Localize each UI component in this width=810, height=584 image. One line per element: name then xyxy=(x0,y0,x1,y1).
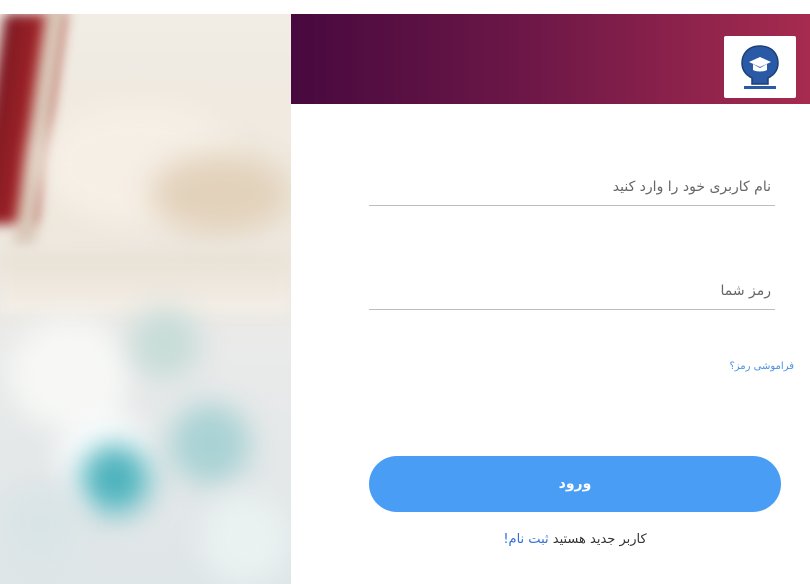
school-logo-graphic xyxy=(741,45,779,89)
card-header xyxy=(291,14,810,104)
username-field[interactable] xyxy=(369,176,775,206)
register-link[interactable]: ثبت نام! xyxy=(503,532,548,547)
login-page: فراموشی رمز؟ ورود کاربر جدید هستید ثبت ن… xyxy=(0,0,810,584)
register-line: کاربر جدید هستید ثبت نام! xyxy=(369,532,781,547)
login-button[interactable]: ورود xyxy=(369,456,781,512)
school-logo-icon xyxy=(724,36,796,98)
register-prompt: کاربر جدید هستید xyxy=(552,532,647,547)
background-photo xyxy=(0,14,291,584)
password-field[interactable] xyxy=(369,280,775,310)
password-input[interactable] xyxy=(369,283,775,309)
login-card: فراموشی رمز؟ ورود کاربر جدید هستید ثبت ن… xyxy=(291,14,810,584)
username-input[interactable] xyxy=(369,179,775,205)
forgot-password-link[interactable]: فراموشی رمز؟ xyxy=(729,361,794,372)
